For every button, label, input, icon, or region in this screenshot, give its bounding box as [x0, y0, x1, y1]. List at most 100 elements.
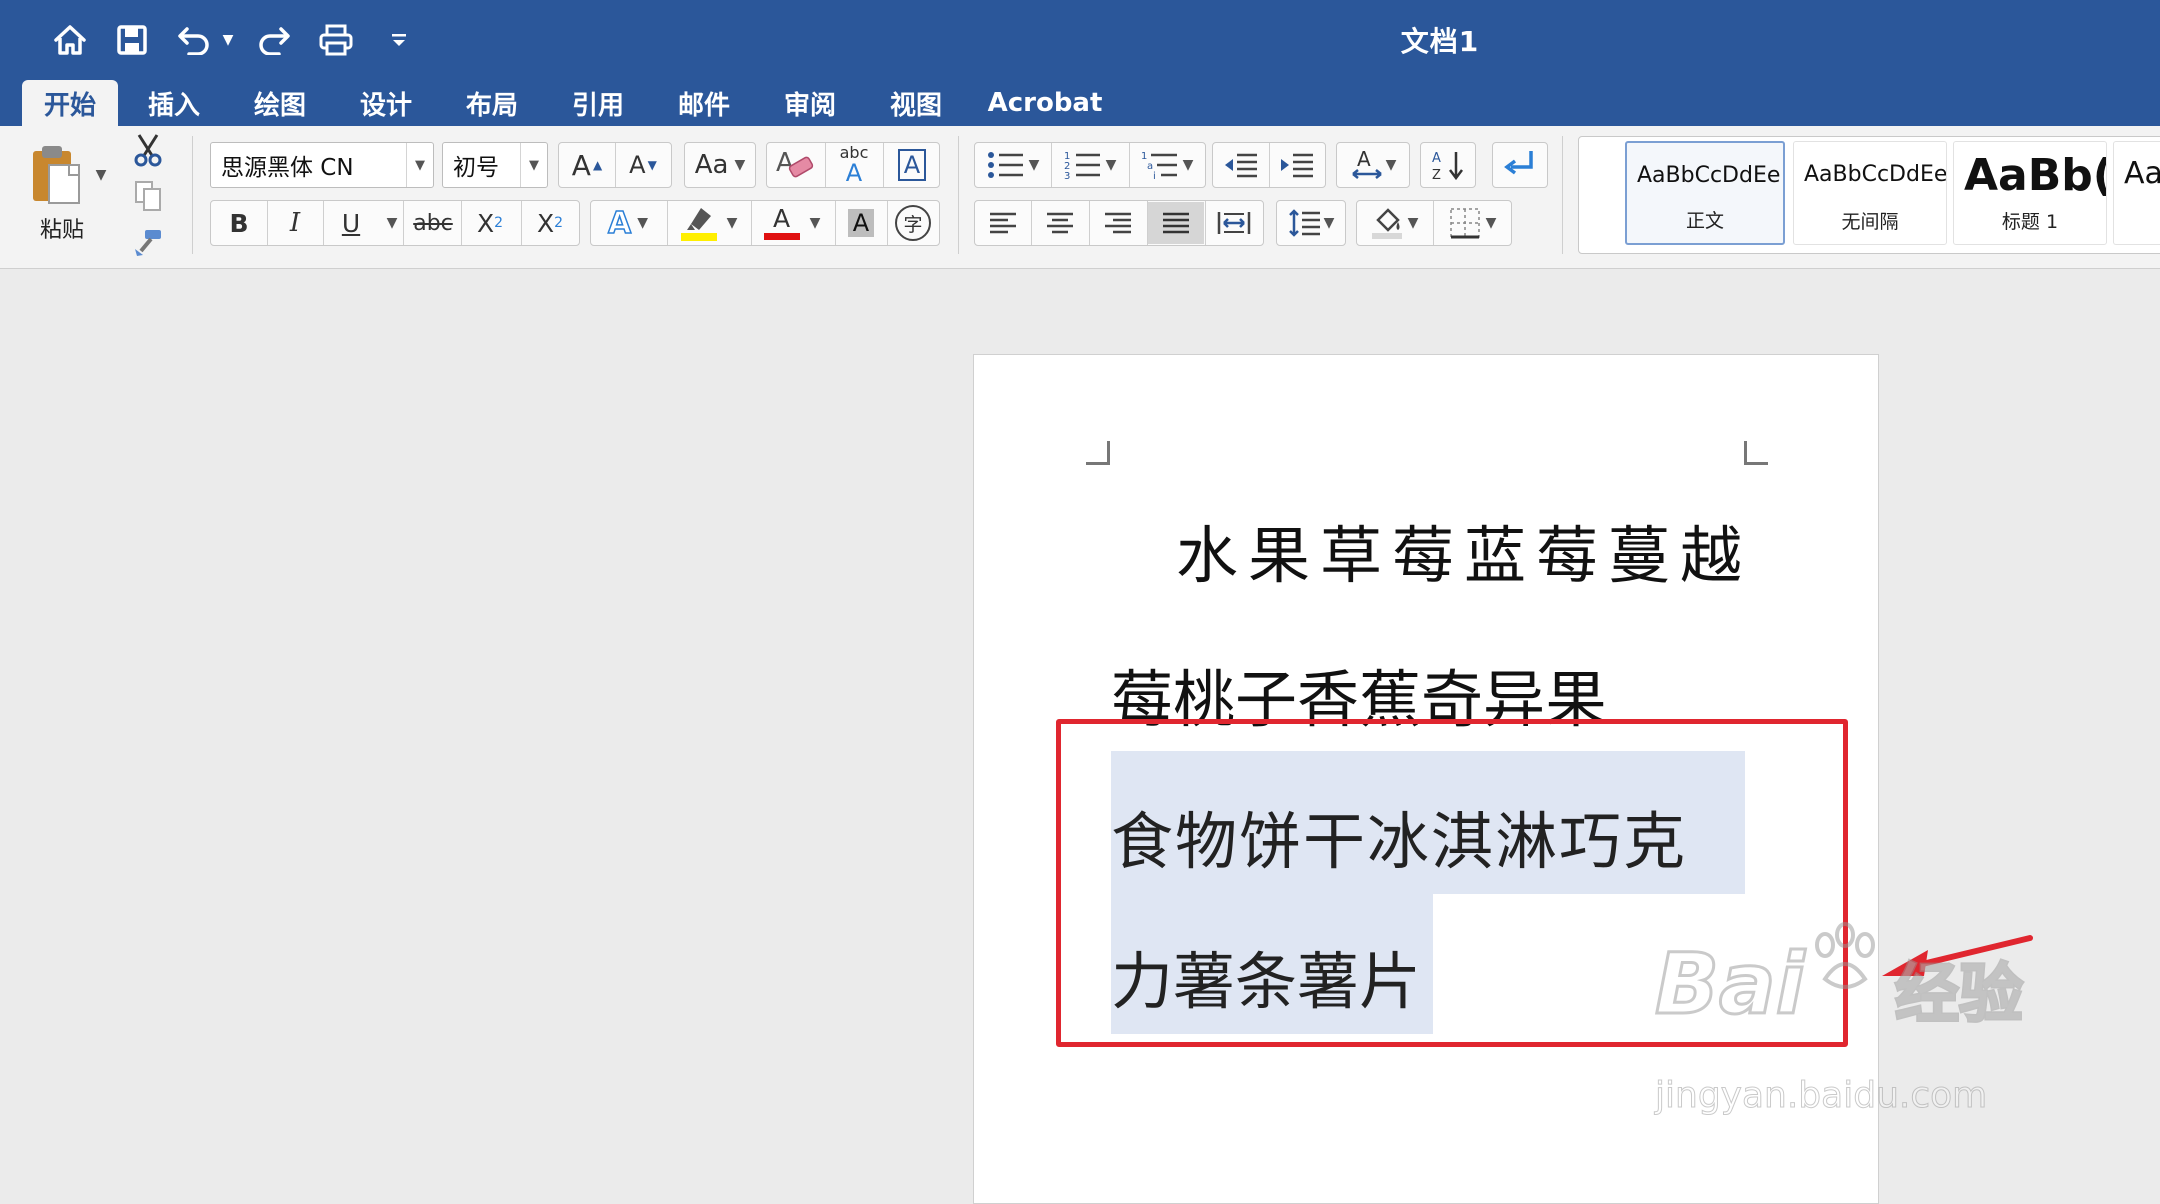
shrink-font-button[interactable]: A ▼ — [616, 144, 670, 186]
italic-button[interactable]: I — [268, 202, 322, 244]
chevron-down-icon: ▼ — [726, 215, 738, 231]
text-direction-button[interactable]: A ▼ — [1336, 142, 1410, 188]
subscript-glyph: X — [476, 208, 495, 238]
tab-insert[interactable]: 插入 — [134, 80, 214, 126]
line-spacing-button[interactable]: ▼ — [1276, 200, 1346, 246]
tab-acrobat[interactable]: Acrobat — [988, 80, 1103, 126]
style-normal[interactable]: AaBbCcDdEe 正文 — [1625, 141, 1785, 245]
tab-draw[interactable]: 绘图 — [240, 80, 320, 126]
character-border-glyph: A — [897, 149, 927, 181]
bold-button[interactable]: B — [212, 202, 266, 244]
superscript-glyph: X — [536, 208, 555, 238]
margin-corner-mark — [1086, 441, 1110, 465]
tab-layout[interactable]: 布局 — [452, 80, 532, 126]
align-right-button[interactable] — [1090, 202, 1146, 244]
tab-home[interactable]: 开始 — [22, 80, 118, 126]
subscript-mark: 2 — [494, 215, 504, 231]
chevron-down-icon[interactable]: ▼ — [520, 143, 547, 187]
chevron-down-icon: ▼ — [1485, 215, 1497, 231]
subscript-button[interactable]: X2 — [462, 202, 518, 244]
show-formatting-marks-button[interactable] — [1492, 142, 1548, 188]
svg-text:Z: Z — [1432, 168, 1441, 182]
decrease-indent-button[interactable] — [1214, 144, 1268, 186]
underline-button[interactable]: U — [324, 202, 378, 244]
chevron-down-icon: ▼ — [1028, 157, 1040, 173]
cut-icon[interactable] — [128, 130, 168, 170]
svg-text:A: A — [1357, 148, 1371, 171]
multilevel-list-button[interactable]: 1ai ▼ — [1130, 144, 1204, 186]
chevron-down-icon: ▼ — [637, 215, 648, 231]
numbering-button[interactable]: 123 ▼ — [1052, 144, 1128, 186]
change-case-button[interactable]: Aa ▼ — [684, 142, 756, 188]
paste-label[interactable]: 粘贴 — [22, 208, 102, 248]
phonetic-guide-button[interactable]: abc A — [826, 144, 882, 186]
superscript-mark: 2 — [554, 215, 564, 231]
sort-button[interactable]: AZ — [1420, 142, 1476, 188]
format-painter-icon[interactable] — [128, 222, 168, 262]
paste-icon[interactable] — [22, 136, 92, 216]
document-line-1[interactable]: 水果草莓蓝莓蔓越 — [1176, 505, 1752, 595]
style-heading-1[interactable]: AaBb( 标题 1 — [1953, 141, 2107, 245]
clear-formatting-button[interactable]: A — [768, 144, 824, 186]
font-name-value: 思源黑体 CN — [221, 155, 354, 181]
font-name-field[interactable]: 思源黑体 CN ▼ — [210, 142, 434, 188]
chevron-down-icon[interactable]: ▼ — [406, 143, 433, 187]
style-heading-2[interactable]: Aa — [2113, 141, 2160, 245]
phonetic-bottom-text: A — [845, 159, 863, 187]
paste-dropdown-icon[interactable]: ▼ — [90, 160, 112, 190]
up-arrow-icon: ▲ — [592, 158, 603, 172]
increase-indent-button[interactable] — [1270, 144, 1324, 186]
margin-corner-mark — [1744, 441, 1768, 465]
tab-references[interactable]: 引用 — [558, 80, 638, 126]
down-arrow-icon: ▼ — [647, 158, 657, 172]
align-left-button[interactable] — [976, 202, 1030, 244]
style-name: 标题 1 — [2001, 211, 2059, 233]
chevron-down-icon: ▼ — [1407, 215, 1419, 231]
style-no-spacing[interactable]: AaBbCcDdEe 无间隔 — [1793, 141, 1947, 245]
chevron-down-icon: ▼ — [1182, 157, 1194, 173]
style-name: 无间隔 — [1841, 211, 1899, 233]
character-border-button[interactable]: A — [884, 144, 940, 186]
document-title: 文档1 — [1400, 25, 1480, 58]
distributed-button[interactable] — [1206, 202, 1262, 244]
tab-design[interactable]: 设计 — [346, 80, 426, 126]
chevron-down-icon: ▼ — [1323, 215, 1335, 231]
copy-icon[interactable] — [128, 176, 168, 216]
style-sample-text: AaBbCcDdEe — [1804, 162, 1947, 187]
font-size-field[interactable]: 初号 ▼ — [442, 142, 548, 188]
highlight-color-button[interactable]: ▼ — [668, 202, 748, 244]
svg-text:i: i — [1153, 171, 1156, 181]
shrink-font-glyph: A — [629, 151, 646, 179]
superscript-button[interactable]: X2 — [522, 202, 578, 244]
change-case-glyph: Aa — [694, 150, 729, 180]
font-color-bar — [763, 233, 800, 240]
style-sample-text: AaBb( — [1964, 150, 2107, 201]
style-sample-text: Aa — [2124, 156, 2160, 191]
strikethrough-button[interactable]: abc — [406, 202, 460, 244]
grow-font-button[interactable]: A ▲ — [560, 144, 614, 186]
align-center-button[interactable] — [1032, 202, 1088, 244]
style-sample-text: AaBbCcDdEe — [1637, 163, 1781, 188]
justify-button[interactable] — [1148, 202, 1204, 244]
tab-view[interactable]: 视图 — [876, 80, 956, 126]
enclose-characters-button[interactable]: 字 — [888, 202, 938, 244]
svg-text:A: A — [1432, 151, 1441, 166]
borders-button[interactable]: ▼ — [1434, 202, 1510, 244]
chevron-down-icon: ▼ — [734, 157, 746, 173]
character-shading-button[interactable]: A — [836, 202, 886, 244]
annotation-highlight-box — [1056, 719, 1848, 1047]
styles-gallery: AaBbCcDdEe 正文 AaBbCcDdEe 无间隔 AaBb( 标题 1 … — [1578, 136, 2160, 254]
character-shading-glyph: A — [847, 209, 875, 237]
ribbon-tabs: 开始 插入 绘图 设计 布局 引用 邮件 审阅 视图 Acrobat — [0, 80, 2160, 126]
svg-text:3: 3 — [1064, 171, 1070, 181]
paragraph-shading-button[interactable]: ▼ — [1358, 202, 1430, 244]
font-color-button[interactable]: A ▼ — [752, 202, 832, 244]
tab-review[interactable]: 审阅 — [770, 80, 850, 126]
chevron-down-icon: ▼ — [809, 215, 821, 231]
bullets-button[interactable]: ▼ — [976, 144, 1050, 186]
tab-mailings[interactable]: 邮件 — [664, 80, 744, 126]
underline-dropdown-icon[interactable]: ▼ — [380, 202, 404, 244]
font-color-swatch: A — [763, 206, 800, 240]
text-effects-button[interactable]: A ▼ — [592, 202, 664, 244]
text-effects-glyph: A — [607, 205, 632, 242]
